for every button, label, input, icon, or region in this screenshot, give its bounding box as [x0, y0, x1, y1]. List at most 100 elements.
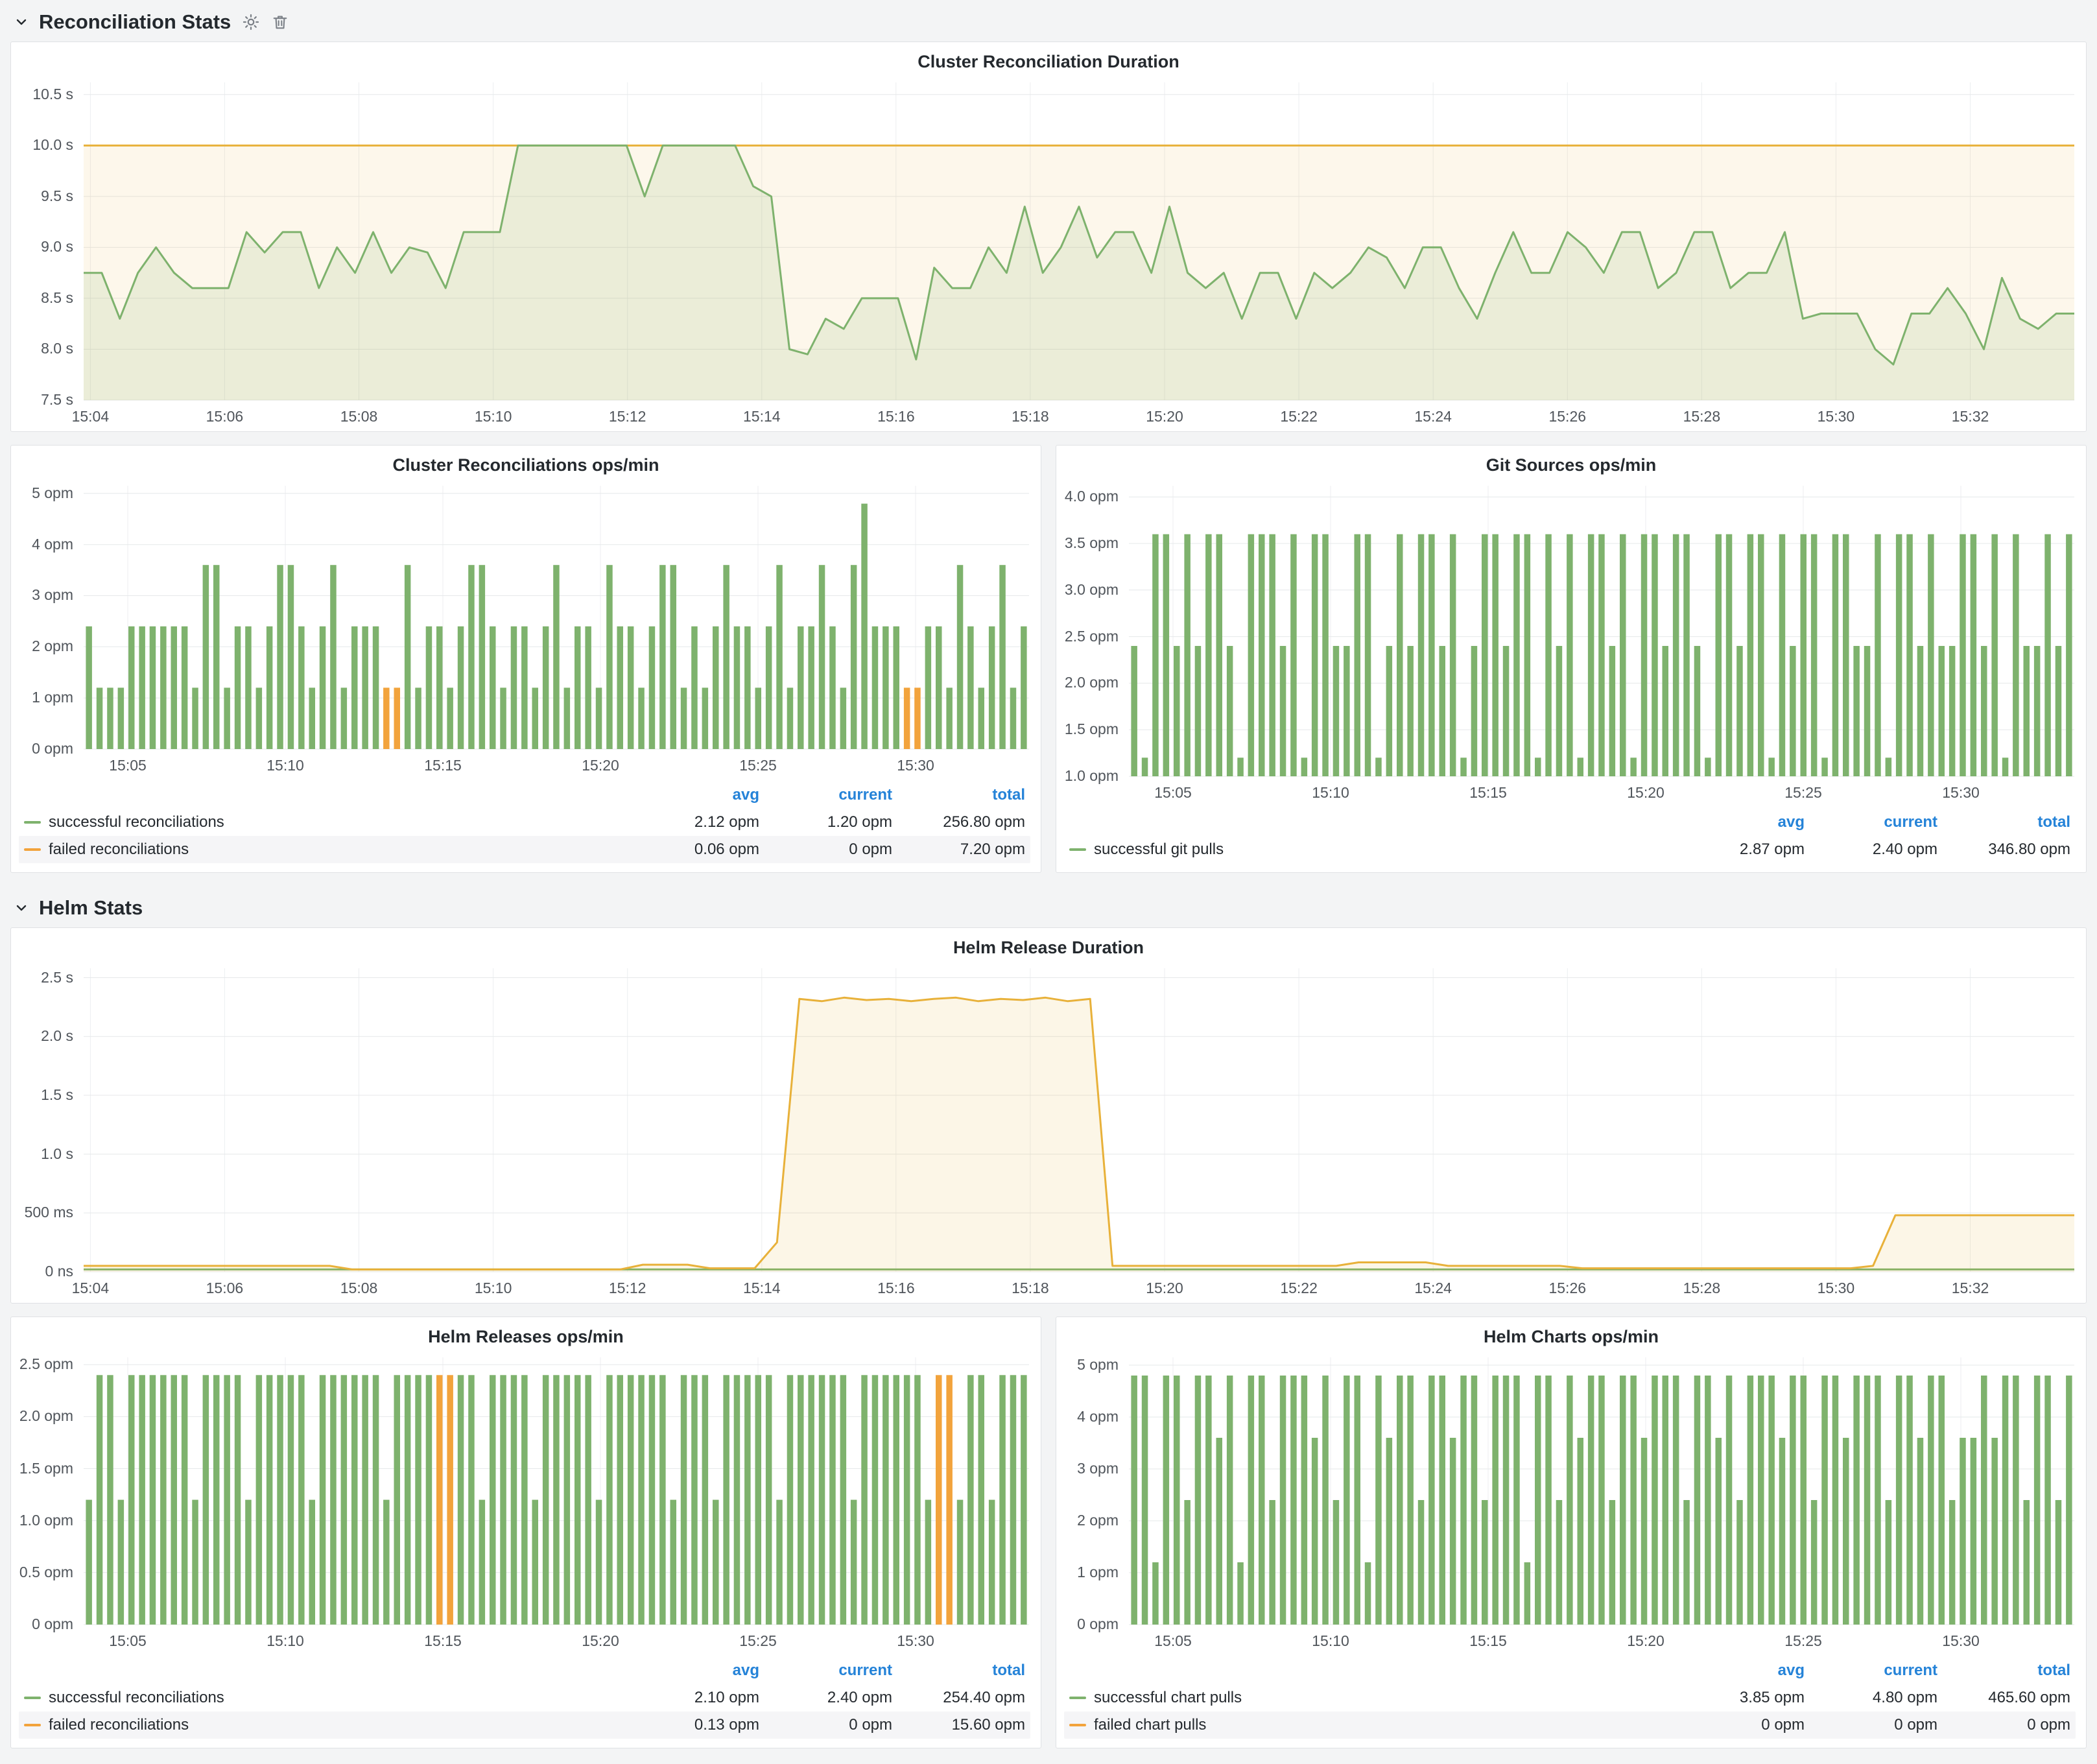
legend: avg current total successful git pulls 2…	[1056, 807, 2086, 872]
panel-title[interactable]: Helm Release Duration	[11, 928, 2086, 959]
chart-area[interactable]: 15:0415:0615:0815:1015:1215:1415:1615:18…	[11, 73, 2086, 431]
legend-col-avg[interactable]: avg	[626, 1662, 759, 1680]
chart-area[interactable]: 15:0515:1015:1515:2015:2515:300 opm1 opm…	[1056, 1348, 2086, 1656]
panel-title[interactable]: Helm Charts ops/min	[1056, 1317, 2086, 1348]
x-axis-label: 15:24	[1391, 408, 1475, 425]
x-axis-label: 15:18	[988, 1280, 1072, 1296]
y-axis-label: 2.0 s	[11, 1027, 73, 1044]
legend-col-avg[interactable]: avg	[1672, 813, 1805, 831]
legend-col-current[interactable]: current	[759, 1662, 892, 1680]
series-color-mark	[24, 821, 41, 824]
x-axis-label: 15:24	[1391, 1280, 1475, 1296]
x-axis-label: 15:22	[1257, 1280, 1341, 1296]
legend-series-name: failed chart pulls	[1094, 1716, 1206, 1734]
legend-total-value: 7.20 opm	[892, 840, 1025, 859]
x-axis-label: 15:15	[401, 1632, 485, 1649]
chart-area[interactable]: 15:0515:1015:1515:2015:2515:301.0 opm1.5…	[1056, 477, 2086, 807]
legend-col-avg[interactable]: avg	[1672, 1662, 1805, 1680]
x-axis-label: 15:25	[716, 1632, 800, 1649]
x-axis-label: 15:30	[1919, 1632, 2003, 1649]
y-axis-label: 4 opm	[11, 536, 73, 553]
legend-series-name: successful reconciliations	[49, 1689, 224, 1707]
panel-title[interactable]: Helm Releases ops/min	[11, 1317, 1041, 1348]
legend-col-total[interactable]: total	[892, 786, 1025, 804]
legend-col-total[interactable]: total	[892, 1662, 1025, 1680]
y-axis-label: 2 opm	[11, 638, 73, 654]
chart-area[interactable]: 15:0515:1015:1515:2015:2515:300 opm1 opm…	[11, 477, 1041, 780]
legend-series-toggle[interactable]: failed chart pulls	[1069, 1716, 1672, 1734]
y-axis-label: 5 opm	[11, 484, 73, 501]
x-axis-label: 15:08	[317, 1280, 401, 1296]
y-axis-label: 0 opm	[11, 1615, 73, 1632]
x-axis-label: 15:30	[1919, 784, 2003, 801]
chart-area[interactable]: 15:0515:1015:1515:2015:2515:300 opm0.5 o…	[11, 1348, 1041, 1656]
legend-series-toggle[interactable]: failed reconciliations	[24, 1716, 626, 1734]
trash-icon[interactable]	[271, 13, 289, 31]
legend-row: successful reconciliations 2.10 opm 2.40…	[19, 1684, 1030, 1711]
y-axis-label: 1 opm	[11, 689, 73, 706]
legend-col-total[interactable]: total	[1937, 1662, 2070, 1680]
chart-area[interactable]: 15:0415:0615:0815:1015:1215:1415:1615:18…	[11, 959, 2086, 1303]
legend: avg current total successful reconciliat…	[11, 780, 1041, 872]
x-axis-label: 15:15	[1446, 784, 1530, 801]
x-axis-label: 15:26	[1525, 408, 1609, 425]
dashboard: Reconciliation Stats Cluster Reconciliat…	[0, 0, 2097, 1764]
chart-canvas	[1056, 1348, 2086, 1656]
x-axis-label: 15:16	[854, 408, 938, 425]
y-axis-label: 10.0 s	[11, 136, 73, 153]
chevron-down-icon[interactable]	[14, 15, 29, 29]
x-axis-label: 15:10	[451, 1280, 536, 1296]
x-axis-label: 15:30	[1794, 1280, 1878, 1296]
legend-col-current[interactable]: current	[759, 786, 892, 804]
y-axis-label: 1.0 s	[11, 1145, 73, 1162]
y-axis-label: 1.5 opm	[11, 1460, 73, 1477]
legend-row: failed reconciliations 0.13 opm 0 opm 15…	[19, 1711, 1030, 1739]
x-axis-label: 15:30	[1794, 408, 1878, 425]
chevron-down-icon[interactable]	[14, 901, 29, 915]
legend-col-current[interactable]: current	[1805, 1662, 1937, 1680]
x-axis-label: 15:10	[1288, 784, 1373, 801]
y-axis-label: 2.0 opm	[1056, 674, 1119, 691]
x-axis-label: 15:30	[873, 757, 958, 774]
section-header-helm-stats[interactable]: Helm Stats	[0, 886, 2097, 927]
x-axis-label: 15:10	[451, 408, 536, 425]
legend-col-current[interactable]: current	[1805, 813, 1937, 831]
legend-series-toggle[interactable]: successful reconciliations	[24, 1689, 626, 1707]
y-axis-label: 8.0 s	[11, 340, 73, 357]
x-axis-label: 15:12	[586, 1280, 670, 1296]
legend-header: avg current total	[1064, 809, 2076, 836]
panel-helm-release-duration: Helm Release Duration 15:0415:0615:0815:…	[10, 927, 2087, 1304]
panel-title[interactable]: Cluster Reconciliation Duration	[11, 42, 2086, 73]
y-axis-label: 3 opm	[11, 586, 73, 603]
panel-title[interactable]: Git Sources ops/min	[1056, 446, 2086, 477]
section-header-reconciliation-stats[interactable]: Reconciliation Stats	[0, 0, 2097, 42]
legend-series-toggle[interactable]: successful chart pulls	[1069, 1689, 1672, 1707]
y-axis-label: 8.5 s	[11, 289, 73, 306]
x-axis-label: 15:25	[716, 757, 800, 774]
x-axis-label: 15:16	[854, 1280, 938, 1296]
panel-helm-charts-opm: Helm Charts ops/min 15:0515:1015:1515:20…	[1056, 1317, 2087, 1748]
section-title[interactable]: Helm Stats	[39, 896, 143, 920]
x-axis-label: 15:14	[720, 408, 804, 425]
legend-series-toggle[interactable]: failed reconciliations	[24, 840, 626, 859]
x-axis-label: 15:28	[1659, 1280, 1744, 1296]
y-axis-label: 2.5 s	[11, 969, 73, 986]
section-title[interactable]: Reconciliation Stats	[39, 10, 231, 34]
legend-series-toggle[interactable]: successful reconciliations	[24, 813, 626, 831]
panel-title[interactable]: Cluster Reconciliations ops/min	[11, 446, 1041, 477]
legend-avg-value: 2.12 opm	[626, 813, 759, 831]
x-axis-label: 15:20	[558, 757, 643, 774]
legend-current-value: 0 opm	[1805, 1716, 1937, 1734]
legend-series-name: failed reconciliations	[49, 840, 189, 859]
x-axis-label: 15:10	[1288, 1632, 1373, 1649]
legend-current-value: 1.20 opm	[759, 813, 892, 831]
legend-col-total[interactable]: total	[1937, 813, 2070, 831]
panel-cluster-reconciliation-duration: Cluster Reconciliation Duration 15:0415:…	[10, 42, 2087, 432]
legend-series-toggle[interactable]: successful git pulls	[1069, 840, 1672, 859]
x-axis-label: 15:30	[873, 1632, 958, 1649]
x-axis-label: 15:08	[317, 408, 401, 425]
gear-icon[interactable]	[241, 12, 261, 32]
legend-col-avg[interactable]: avg	[626, 786, 759, 804]
y-axis-label: 500 ms	[11, 1204, 73, 1221]
panel-git-sources-opm: Git Sources ops/min 15:0515:1015:1515:20…	[1056, 445, 2087, 873]
